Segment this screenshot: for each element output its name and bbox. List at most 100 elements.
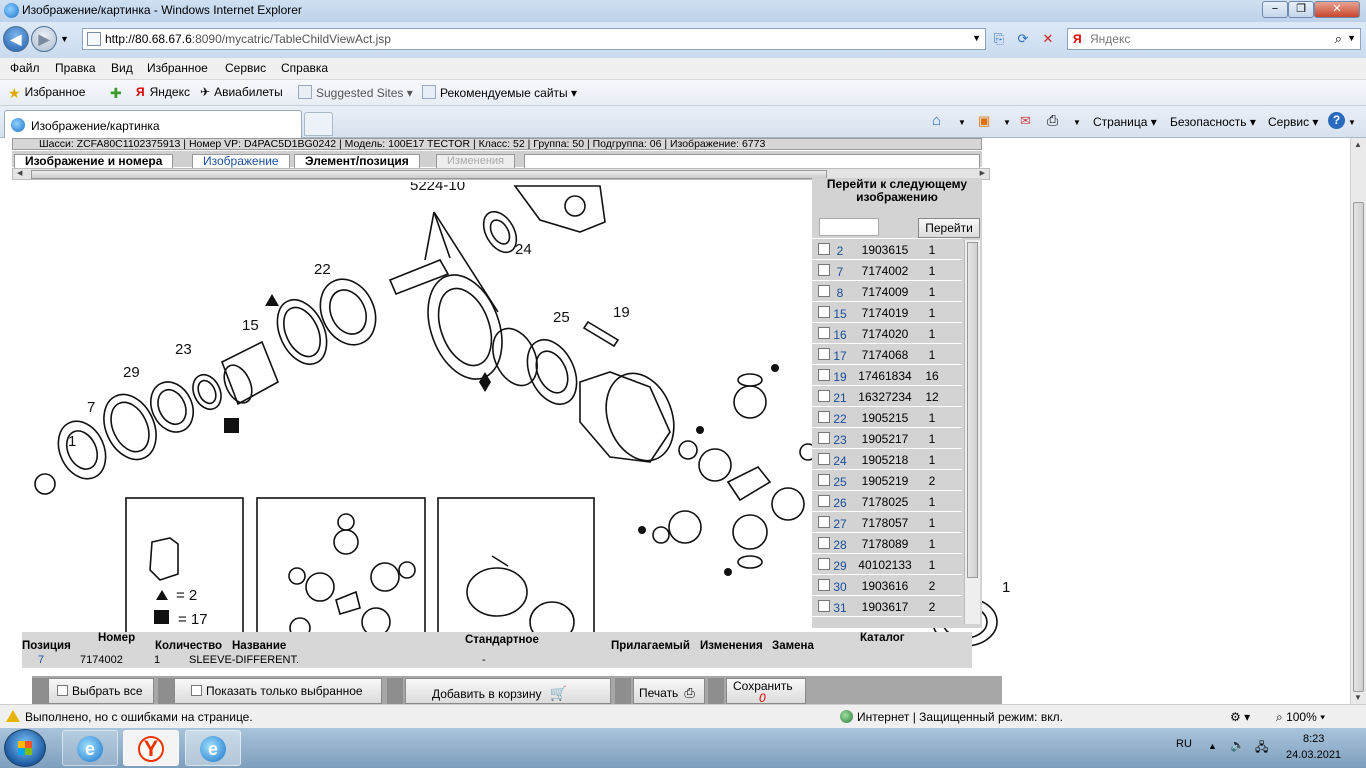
row-position-link[interactable]: 24	[832, 454, 848, 468]
row-checkbox[interactable]	[818, 264, 830, 276]
parts-list-row[interactable]: 23 1905217 1	[812, 428, 962, 449]
zoom-control[interactable]: ⌕ 100% ▾	[1276, 710, 1325, 725]
maximize-button[interactable]: ❐	[1288, 1, 1314, 18]
row-checkbox[interactable]	[818, 558, 830, 570]
row-position-link[interactable]: 15	[832, 307, 848, 321]
row-checkbox[interactable]	[818, 411, 830, 423]
parts-list-row[interactable]: 26 7178025 1	[812, 491, 962, 512]
row-position-link[interactable]: 8	[832, 286, 848, 300]
search-input[interactable]: Я Яндекс ⌕ ▼	[1067, 28, 1361, 50]
menu-edit[interactable]: Правка	[55, 61, 96, 75]
row-checkbox[interactable]	[818, 600, 830, 612]
forward-button[interactable]: ▶	[31, 26, 57, 52]
parts-list-scroll-thumb[interactable]	[967, 242, 978, 578]
minimize-button[interactable]: −	[1262, 1, 1288, 18]
row-checkbox[interactable]	[818, 285, 830, 297]
url-dropdown-icon[interactable]: ▼	[972, 33, 981, 43]
row-checkbox[interactable]	[818, 432, 830, 444]
mail-icon[interactable]: ✉	[1020, 113, 1031, 129]
parts-list[interactable]: 1718044912190361517717400218717400911571…	[812, 234, 964, 624]
history-dropdown-icon[interactable]: ▼	[60, 34, 69, 44]
row-position-link[interactable]: 22	[832, 412, 848, 426]
favorites-button[interactable]: ★ Избранное	[8, 85, 85, 101]
select-all-checkbox[interactable]: Выбрать все	[48, 678, 154, 704]
search-dropdown-icon[interactable]: ▼	[1347, 33, 1356, 43]
network-icon[interactable]: 🖧	[1255, 738, 1268, 759]
fav-aviatickets[interactable]: ✈ Авиабилеты	[200, 85, 283, 99]
print-dropdown-icon[interactable]: ▼	[1073, 118, 1081, 127]
scroll-left-icon[interactable]: ◀	[17, 169, 22, 177]
search-icon[interactable]: ⌕	[1335, 31, 1342, 47]
parts-list-row[interactable]: 21 16327234 12	[812, 386, 962, 407]
page-vertical-scrollbar[interactable]: ▲ ▼	[1350, 138, 1366, 704]
row-position-link[interactable]: 30	[832, 580, 848, 594]
row-position-link[interactable]: 17	[832, 349, 848, 363]
taskbar-yandex-browser[interactable]: Y	[123, 730, 179, 766]
parts-list-row[interactable]: 8 7174009 1	[812, 281, 962, 302]
menu-file[interactable]: Файл	[10, 61, 40, 75]
taskbar-ie-pinned[interactable]: e	[62, 730, 118, 766]
row-checkbox[interactable]	[818, 579, 830, 591]
tab-image[interactable]: Изображение	[192, 154, 290, 168]
row-position-link[interactable]: 19	[832, 370, 848, 384]
tab-image-and-numbers[interactable]: Изображение и номера	[14, 154, 174, 168]
row-checkbox[interactable]	[818, 348, 830, 360]
close-button[interactable]: ✕	[1314, 1, 1360, 18]
help-icon[interactable]: ?	[1328, 112, 1345, 129]
menu-help[interactable]: Справка	[281, 61, 328, 75]
parts-list-row[interactable]: 19 17461834 16	[812, 365, 962, 386]
scroll-right-icon[interactable]: ▶	[980, 169, 985, 177]
start-button[interactable]	[4, 729, 46, 767]
parts-list-row[interactable]: 22 1905215 1	[812, 407, 962, 428]
row-checkbox[interactable]	[818, 537, 830, 549]
feeds-dropdown-icon[interactable]: ▼	[1003, 118, 1011, 127]
fav-suggested-sites[interactable]: Suggested Sites ▾	[298, 85, 413, 100]
url-field[interactable]: http://80.68.67.6:8090/mycatric/TableChi…	[82, 28, 986, 50]
safety-menu[interactable]: Безопасность ▾	[1170, 115, 1256, 129]
feeds-icon[interactable]: ▣	[978, 113, 990, 129]
home-dropdown-icon[interactable]: ▼	[958, 118, 966, 127]
parts-list-row[interactable]: 17 7174068 1	[812, 344, 962, 365]
taskbar-ie-active[interactable]: e	[185, 730, 241, 766]
tab-changes[interactable]: Изменения	[436, 154, 515, 168]
horizontal-scroll-thumb[interactable]	[31, 170, 827, 179]
row-checkbox[interactable]	[818, 495, 830, 507]
menu-tools[interactable]: Сервис	[225, 61, 266, 75]
parts-list-row[interactable]: 29 40102133 1	[812, 554, 962, 575]
parts-list-row[interactable]: 27 7178057 1	[812, 512, 962, 533]
tools-menu[interactable]: Сервис ▾	[1268, 115, 1318, 129]
status-message[interactable]: Выполнено, но с ошибками на странице.	[6, 710, 253, 724]
row-position-link[interactable]: 31	[832, 601, 848, 615]
parts-list-row[interactable]: 31 1903617 2	[812, 596, 962, 617]
row-checkbox[interactable]	[818, 453, 830, 465]
row-position-link[interactable]: 28	[832, 538, 848, 552]
parts-list-row[interactable]: 2 1903615 1	[812, 239, 962, 260]
row-position-link[interactable]: 23	[832, 433, 848, 447]
add-to-cart-button[interactable]: Добавить в корзину 🛒	[405, 678, 611, 704]
row-checkbox[interactable]	[818, 327, 830, 339]
parts-list-row[interactable]: 30 1903616 2	[812, 575, 962, 596]
print-button[interactable]: Печать ⎙	[633, 678, 705, 704]
row-position-link[interactable]: 29	[832, 559, 848, 573]
tray-expand-icon[interactable]: ▲	[1208, 741, 1217, 751]
row-position-link[interactable]: 2	[832, 244, 848, 258]
language-indicator[interactable]: RU	[1176, 738, 1192, 750]
back-button[interactable]: ◀	[3, 26, 29, 52]
row-position-link[interactable]: 27	[832, 517, 848, 531]
volume-icon[interactable]: 🔈	[1230, 738, 1245, 752]
home-icon[interactable]: ⌂	[932, 112, 941, 129]
row-checkbox[interactable]	[818, 390, 830, 402]
compatibility-icon[interactable]: ⎘	[988, 28, 1010, 50]
parts-list-row[interactable]: 15 7174019 1	[812, 302, 962, 323]
parts-list-row[interactable]: 7 7174002 1	[812, 260, 962, 281]
stop-icon[interactable]: ✕	[1037, 28, 1059, 50]
row-checkbox[interactable]	[818, 243, 830, 255]
clock-time[interactable]: 8:23	[1303, 733, 1324, 745]
fav-recommended-sites[interactable]: Рекомендуемые сайты ▾	[422, 85, 577, 100]
row-position[interactable]: 7	[38, 654, 44, 666]
fav-yandex[interactable]: Я Яндекс	[136, 85, 190, 99]
show-selected-checkbox[interactable]: Показать только выбранное	[174, 678, 382, 704]
scroll-up-icon[interactable]: ▲	[1354, 140, 1362, 149]
protected-mode-icon[interactable]: ⚙ ▾	[1230, 710, 1250, 724]
print-icon[interactable]: ⎙	[1047, 112, 1058, 129]
